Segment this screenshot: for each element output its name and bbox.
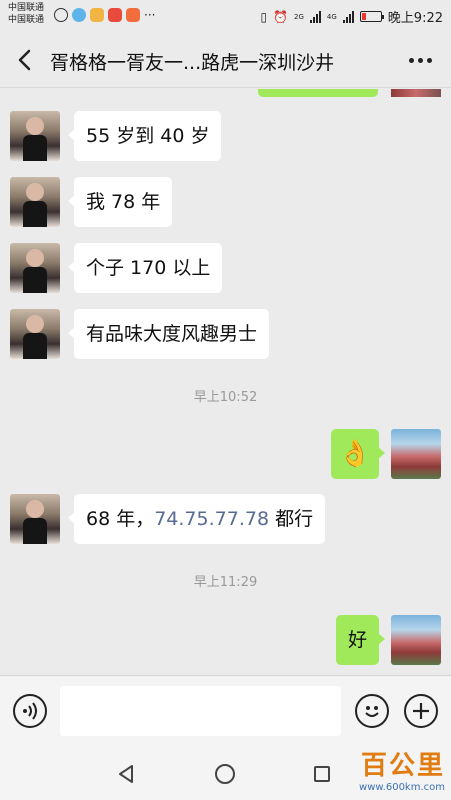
my-avatar[interactable]: [391, 429, 441, 479]
message-row: 好: [0, 615, 451, 667]
system-indicators: ▯ ⏰ 2G 4G 晚上9:22: [260, 7, 443, 27]
carrier-labels: 中国联通 中国联通: [8, 2, 44, 26]
contact-avatar[interactable]: [10, 494, 60, 544]
message-text: 都行: [269, 508, 314, 530]
smiley-icon: [365, 706, 379, 717]
plus-icon: [413, 703, 429, 719]
ok-hand-emoji-icon: 👌: [338, 439, 372, 469]
timestamp: 早上11:29: [193, 575, 258, 590]
network-label-1: 2G: [294, 12, 304, 21]
message-row: 55 岁到 40 岁: [0, 111, 451, 163]
vibrate-icon: ▯: [260, 9, 268, 24]
message-row: 👌: [0, 429, 451, 481]
watermark: 百公里 www.600km.com: [359, 750, 445, 794]
chevron-left-icon: [18, 49, 31, 71]
dot-icon: [417, 57, 423, 63]
system-nav-bar: 百公里 www.600km.com: [0, 748, 451, 800]
my-avatar[interactable]: [391, 615, 441, 665]
alarm-icon: ⏰: [273, 9, 289, 24]
eye-icon: [54, 8, 68, 22]
signal-icon-1: [309, 10, 321, 23]
message-input[interactable]: [60, 686, 341, 736]
qq-icon: [72, 8, 86, 22]
more-functions-button[interactable]: [404, 694, 438, 728]
triangle-back-icon: [119, 765, 133, 783]
app-icon: [108, 8, 122, 22]
more-notifications-icon: ···: [144, 8, 156, 22]
previous-avatar: [391, 89, 441, 97]
contact-avatar[interactable]: [10, 177, 60, 227]
contact-avatar[interactable]: [10, 111, 60, 161]
message-bubble[interactable]: 👌: [331, 429, 385, 479]
circle-home-icon: [215, 764, 235, 784]
carrier-2: 中国联通: [8, 15, 45, 25]
input-bar: [0, 675, 451, 748]
message-list[interactable]: 55 岁到 40 岁 我 78 年 个子 170 以上 有品味大度风趣男士 早上…: [0, 89, 451, 675]
square-recents-icon: [314, 766, 330, 782]
status-bar: 中国联通 中国联通 ··· ▯ ⏰ 2G 4G 晚上9:22: [0, 0, 451, 32]
network-label-2: 4G: [326, 12, 337, 21]
message-text: 68 年，: [86, 508, 155, 530]
more-options-button[interactable]: [403, 46, 437, 74]
video-icon: [126, 8, 140, 22]
status-time: 晚上9:22: [387, 11, 443, 26]
signal-icon-2: [342, 10, 354, 23]
dot-icon: [408, 57, 414, 63]
watermark-logo: 百公里: [360, 751, 445, 781]
watermark-url: www.600km.com: [359, 782, 445, 793]
phone-link[interactable]: 74.75.77.78: [154, 508, 269, 530]
nav-home-button[interactable]: [209, 758, 241, 790]
message-bubble[interactable]: 我 78 年: [67, 177, 173, 227]
message-bubble[interactable]: 68 年，74.75.77.78 都行: [67, 494, 326, 544]
message-row: 个子 170 以上: [0, 243, 451, 295]
message-bubble[interactable]: 有品味大度风趣男士: [67, 309, 270, 359]
message-row: 有品味大度风趣男士: [0, 309, 451, 361]
carrier-1: 中国联通: [8, 3, 45, 13]
previous-message-bubble: [258, 89, 378, 97]
chat-title: 胥格格一胥友一...路虎一深圳沙井: [50, 52, 335, 74]
voice-button[interactable]: [13, 694, 47, 728]
mail-icon: [90, 8, 104, 22]
chat-header: 胥格格一胥友一...路虎一深圳沙井: [0, 32, 451, 88]
message-bubble[interactable]: 55 岁到 40 岁: [67, 111, 222, 161]
message-bubble[interactable]: 个子 170 以上: [67, 243, 223, 293]
contact-avatar[interactable]: [10, 309, 60, 359]
contact-avatar[interactable]: [10, 243, 60, 293]
message-row: 68 年，74.75.77.78 都行: [0, 494, 451, 546]
dot-icon: [426, 57, 432, 63]
notification-icons: ···: [54, 8, 155, 22]
nav-back-button[interactable]: [110, 758, 142, 790]
timestamp: 早上10:52: [193, 390, 258, 405]
message-row: 我 78 年: [0, 177, 451, 229]
battery-icon: [359, 11, 384, 22]
nav-recents-button[interactable]: [306, 758, 338, 790]
voice-icon: [23, 702, 37, 720]
emoji-button[interactable]: [355, 694, 389, 728]
message-bubble[interactable]: 好: [335, 615, 386, 665]
back-button[interactable]: [12, 46, 40, 74]
